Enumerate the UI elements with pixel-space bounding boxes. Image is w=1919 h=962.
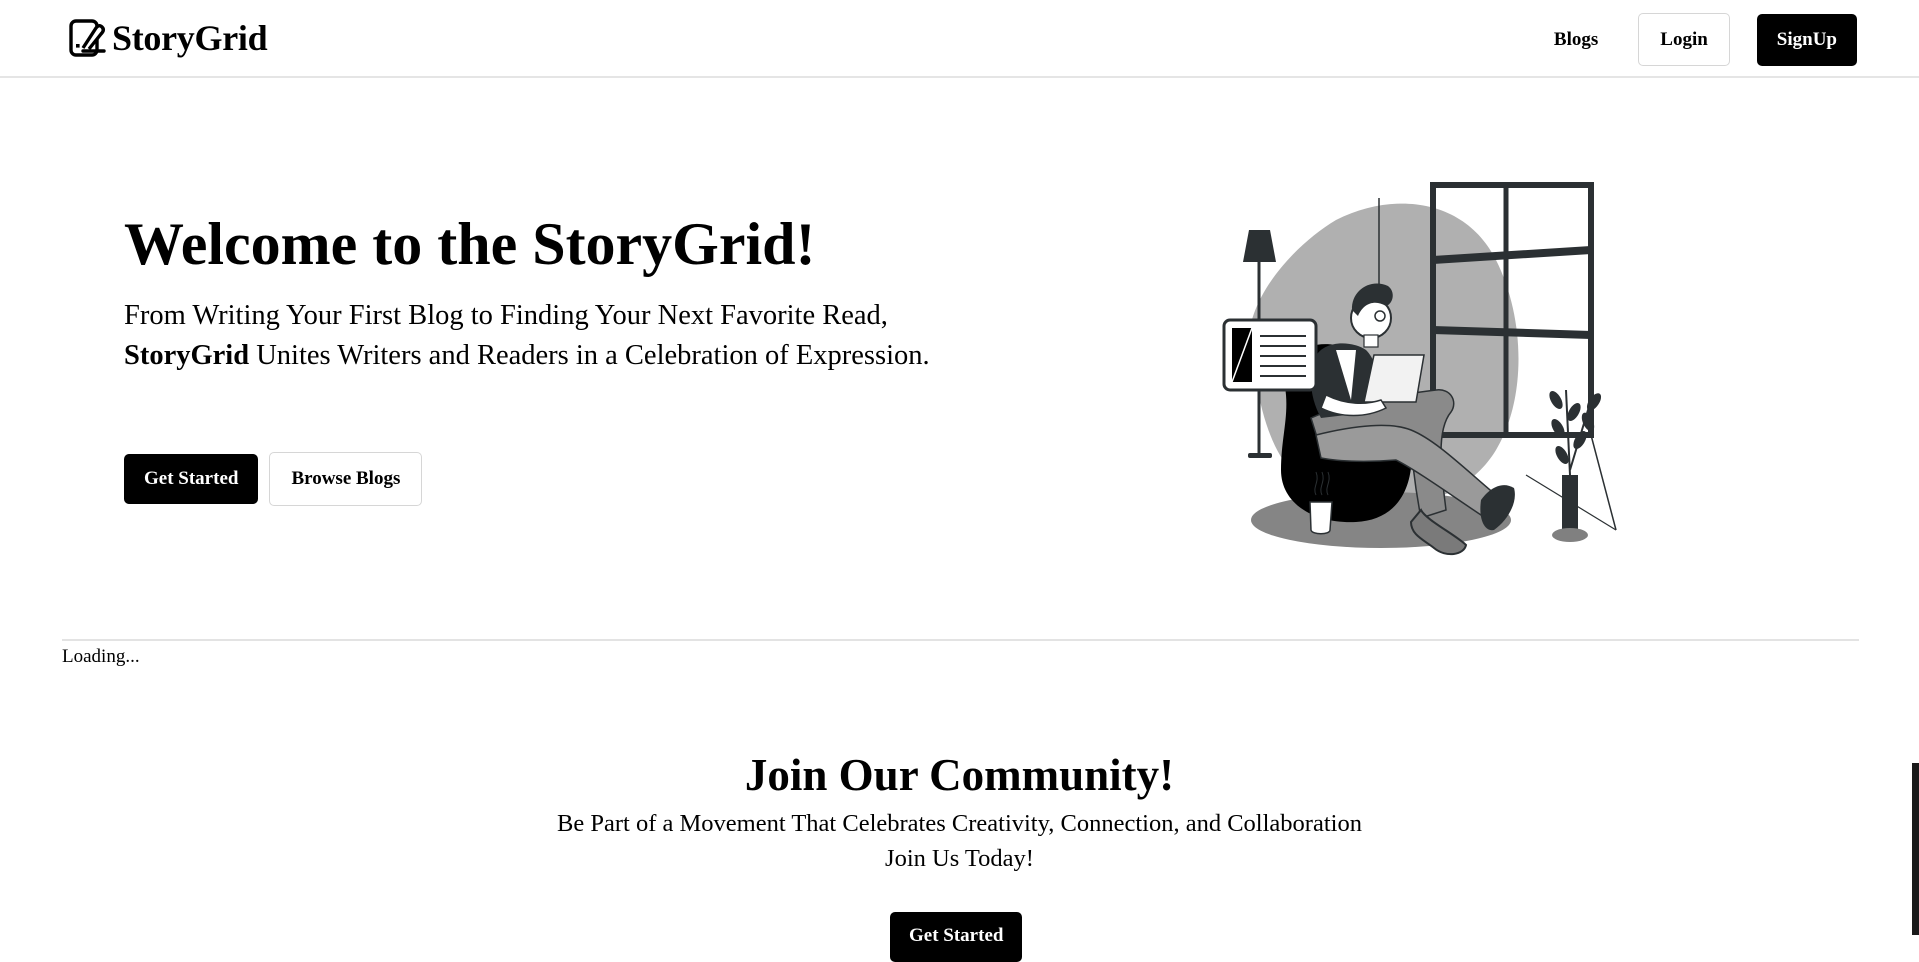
person-reading-laptop-illustration [1222,182,1617,556]
storygrid-logo-icon [69,19,106,57]
hero-subtitle-part2: Unites Writers and Readers in a Celebrat… [256,340,930,371]
nav-actions: Blogs Login SignUp [1554,13,1857,66]
community-subtitle: Be Part of a Movement That Celebrates Cr… [0,806,1919,876]
hero-title: Welcome to the StoryGrid! [124,211,816,277]
community-title: Join Our Community! [744,750,1175,800]
loading-text: Loading... [62,646,140,667]
section-divider [62,639,1859,641]
brand-home-link[interactable]: StoryGrid [68,18,268,58]
get-started-button[interactable]: Get Started [124,454,259,504]
hero-buttons: Get Started Browse Blogs [124,452,423,506]
page-scrollbar-thumb[interactable] [1912,763,1919,935]
community-get-started-button[interactable]: Get Started [890,912,1023,962]
login-button[interactable]: Login [1638,13,1730,66]
hero-subtitle: From Writing Your First Blog to Finding … [124,296,954,376]
hero-subtitle-brand: StoryGrid [124,340,250,371]
community-subtitle-line2: Join Us Today! [885,845,1034,872]
community-section: Join Our Community! Be Part of a Movemen… [0,748,1919,876]
nav-link-blogs[interactable]: Blogs [1554,29,1598,51]
top-navbar: StoryGrid Blogs Login SignUp [0,0,1919,78]
signup-button[interactable]: SignUp [1756,13,1857,66]
browse-blogs-button[interactable]: Browse Blogs [269,452,423,506]
hero-subtitle-part1: From Writing Your First Blog to Finding … [124,300,888,331]
community-subtitle-line1: Be Part of a Movement That Celebrates Cr… [557,810,1362,837]
brand-name: StoryGrid [112,18,268,58]
